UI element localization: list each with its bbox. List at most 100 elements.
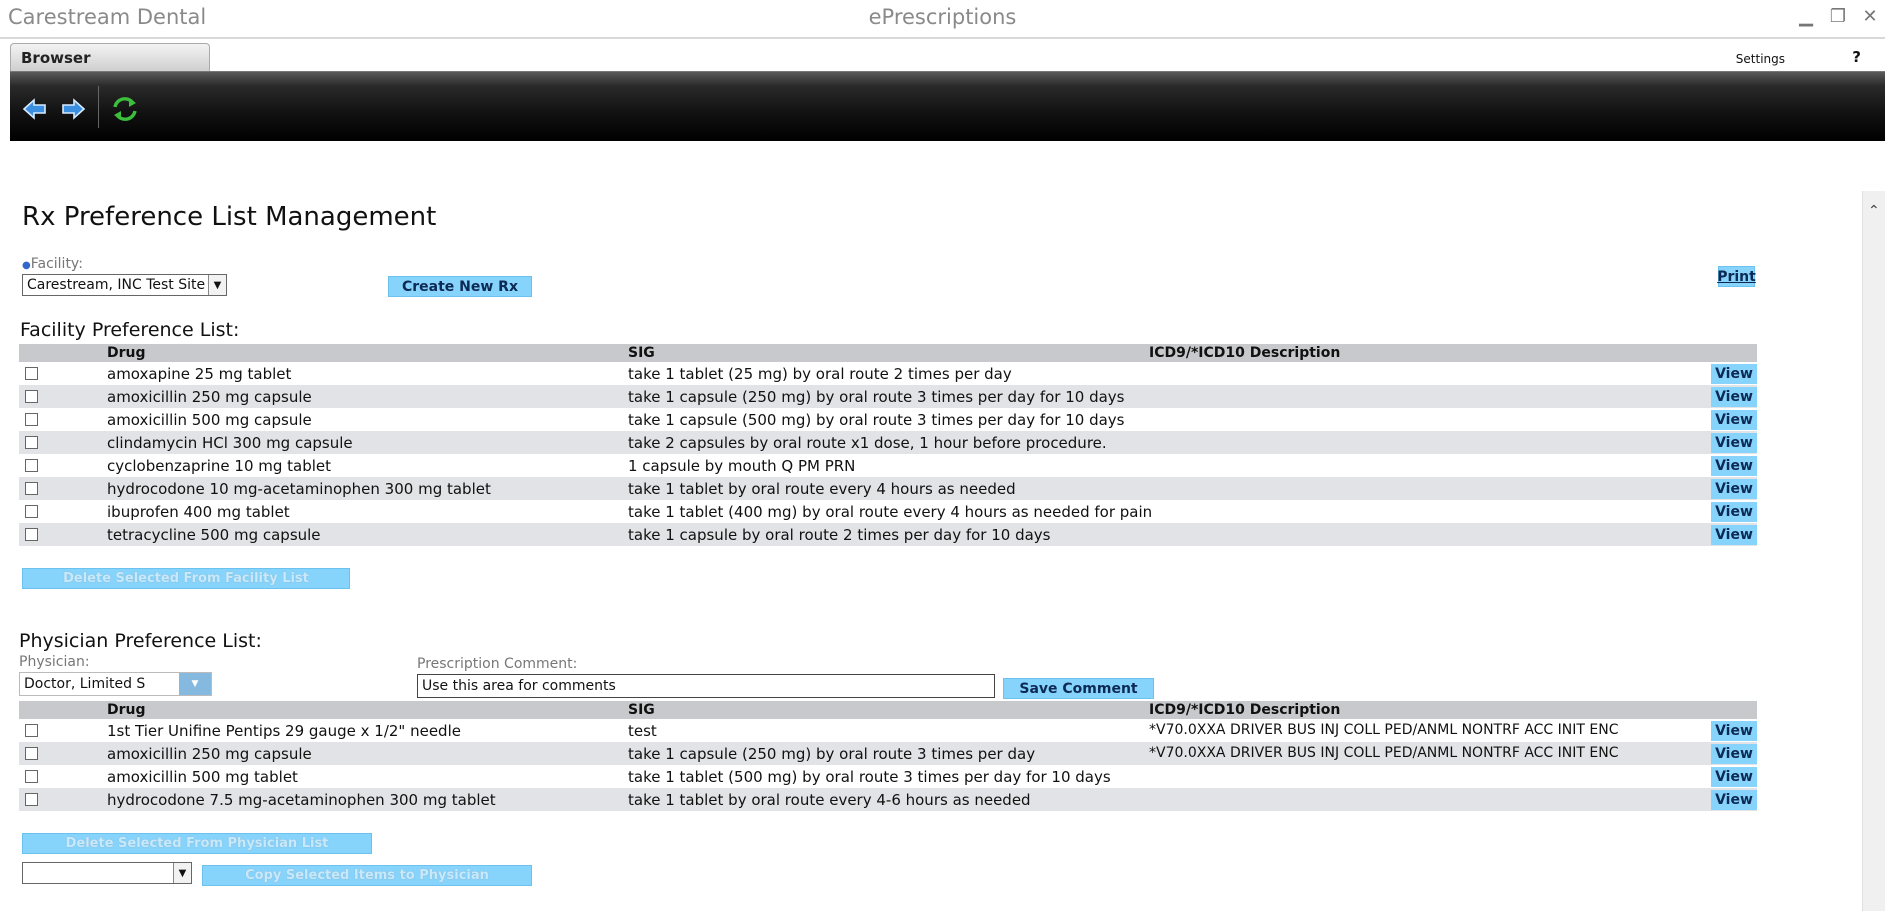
cell-drug: cyclobenzaprine 10 mg tablet — [107, 457, 332, 475]
chevron-down-icon[interactable]: ▼ — [208, 275, 226, 295]
tab-browser[interactable]: Browser — [10, 43, 210, 71]
refresh-icon[interactable] — [110, 94, 140, 124]
chevron-down-icon[interactable]: ▼ — [179, 673, 211, 695]
table-row: hydrocodone 7.5 mg-acetaminophen 300 mg … — [19, 788, 1757, 811]
cell-drug: 1st Tier Unifine Pentips 29 gauge x 1/2"… — [107, 722, 461, 740]
cell-drug: amoxicillin 500 mg tablet — [107, 768, 298, 786]
physician-select[interactable]: Doctor, Limited S ▼ — [19, 672, 212, 696]
back-arrow-icon[interactable] — [20, 94, 50, 124]
cell-drug: ibuprofen 400 mg tablet — [107, 503, 290, 521]
required-dot-icon: ● — [22, 260, 31, 271]
cell-drug: amoxicillin 500 mg capsule — [107, 411, 312, 429]
window-title: ePrescriptions — [868, 5, 1017, 29]
row-checkbox[interactable] — [25, 505, 38, 518]
view-button[interactable]: View — [1711, 479, 1757, 499]
row-checkbox[interactable] — [25, 770, 38, 783]
row-checkbox[interactable] — [25, 436, 38, 449]
row-checkbox[interactable] — [25, 793, 38, 806]
settings-link[interactable]: Settings — [1736, 52, 1785, 66]
column-drug: Drug — [107, 702, 146, 718]
chevron-down-icon[interactable]: ▼ — [173, 863, 191, 883]
cell-drug: clindamycin HCl 300 mg capsule — [107, 434, 353, 452]
view-button[interactable]: View — [1711, 433, 1757, 453]
cell-drug: hydrocodone 10 mg-acetaminophen 300 mg t… — [107, 480, 491, 498]
toolbar-separator — [98, 86, 99, 128]
physician-preference-table: Drug SIG ICD9/*ICD10 Description 1st Tie… — [19, 701, 1757, 811]
cell-sig: take 1 tablet by oral route every 4 hour… — [628, 480, 1016, 498]
cell-icd: *V70.0XXA DRIVER BUS INJ COLL PED/ANML N… — [1149, 745, 1619, 761]
close-icon[interactable]: ✕ — [1859, 6, 1881, 27]
cell-sig: test — [628, 722, 657, 740]
browser-toolbar — [10, 71, 1885, 141]
table-row: amoxicillin 250 mg capsule take 1 capsul… — [19, 742, 1757, 765]
row-checkbox[interactable] — [25, 724, 38, 737]
view-button[interactable]: View — [1711, 364, 1757, 384]
comment-label: Prescription Comment: — [417, 656, 578, 672]
minimize-icon[interactable]: ▁ — [1795, 6, 1817, 27]
print-button[interactable]: Print — [1717, 266, 1756, 287]
cell-sig: take 1 tablet by oral route every 4-6 ho… — [628, 791, 1031, 809]
cell-drug: amoxicillin 250 mg capsule — [107, 745, 312, 763]
cell-sig: take 1 capsule (250 mg) by oral route 3 … — [628, 745, 1036, 763]
row-checkbox[interactable] — [25, 747, 38, 760]
help-link[interactable]: ? — [1852, 48, 1861, 66]
view-button[interactable]: View — [1711, 387, 1757, 407]
cell-sig: take 1 capsule (500 mg) by oral route 3 … — [628, 411, 1125, 429]
cell-drug: tetracycline 500 mg capsule — [107, 526, 321, 544]
row-checkbox[interactable] — [25, 367, 38, 380]
physician-select-value: Doctor, Limited S — [24, 676, 146, 692]
delete-from-facility-button[interactable]: Delete Selected From Facility List — [22, 568, 350, 589]
title-bar: Carestream Dental ePrescriptions ▁ ❐ ✕ — [0, 0, 1885, 36]
create-new-rx-button[interactable]: Create New Rx — [388, 276, 532, 297]
cell-sig: take 2 capsules by oral route x1 dose, 1… — [628, 434, 1107, 452]
cell-icd: *V70.0XXA DRIVER BUS INJ COLL PED/ANML N… — [1149, 722, 1619, 738]
title-divider — [0, 37, 1885, 39]
column-sig: SIG — [628, 345, 655, 361]
cell-sig: 1 capsule by mouth Q PM PRN — [628, 457, 856, 475]
table-row: amoxapine 25 mg tablet take 1 tablet (25… — [19, 362, 1757, 385]
row-checkbox[interactable] — [25, 390, 38, 403]
table-row: clindamycin HCl 300 mg capsule take 2 ca… — [19, 431, 1757, 454]
cell-sig: take 1 tablet (400 mg) by oral route eve… — [628, 503, 1153, 521]
forward-arrow-icon[interactable] — [58, 94, 88, 124]
facility-preference-table: Drug SIG ICD9/*ICD10 Description amoxapi… — [19, 344, 1757, 546]
view-button[interactable]: View — [1711, 790, 1757, 810]
cell-drug: amoxicillin 250 mg capsule — [107, 388, 312, 406]
view-button[interactable]: View — [1711, 721, 1757, 741]
save-comment-button[interactable]: Save Comment — [1003, 678, 1154, 699]
scroll-up-icon[interactable]: ⌃ — [1868, 203, 1880, 219]
cell-drug: hydrocodone 7.5 mg-acetaminophen 300 mg … — [107, 791, 496, 809]
row-checkbox[interactable] — [25, 482, 38, 495]
column-icd: ICD9/*ICD10 Description — [1149, 345, 1341, 361]
facility-select-value: Carestream, INC Test Site — [27, 277, 206, 293]
row-checkbox[interactable] — [25, 528, 38, 541]
column-icd: ICD9/*ICD10 Description — [1149, 702, 1341, 718]
copy-to-physician-button[interactable]: Copy Selected Items to Physician — [202, 865, 532, 886]
physician-list-title: Physician Preference List: — [19, 630, 262, 652]
view-button[interactable]: View — [1711, 502, 1757, 522]
row-checkbox[interactable] — [25, 413, 38, 426]
row-checkbox[interactable] — [25, 459, 38, 472]
column-drug: Drug — [107, 345, 146, 361]
cell-sig: take 1 capsule by oral route 2 times per… — [628, 526, 1051, 544]
view-button[interactable]: View — [1711, 767, 1757, 787]
facility-label: ●Facility: — [22, 256, 83, 272]
cell-sig: take 1 capsule (250 mg) by oral route 3 … — [628, 388, 1125, 406]
table-row: amoxicillin 500 mg capsule take 1 capsul… — [19, 408, 1757, 431]
prescription-comment-input[interactable]: Use this area for comments — [417, 674, 995, 698]
table-row: ibuprofen 400 mg tablet take 1 tablet (4… — [19, 500, 1757, 523]
page-title: Rx Preference List Management — [22, 202, 437, 232]
restore-icon[interactable]: ❐ — [1827, 6, 1849, 27]
copy-target-physician-select[interactable]: ▼ — [22, 862, 192, 884]
view-button[interactable]: View — [1711, 410, 1757, 430]
view-button[interactable]: View — [1711, 744, 1757, 764]
cell-sig: take 1 tablet (25 mg) by oral route 2 ti… — [628, 365, 1012, 383]
delete-from-physician-button[interactable]: Delete Selected From Physician List — [22, 833, 372, 854]
main-content: Rx Preference List Management ●Facility:… — [0, 141, 1860, 911]
table-row: tetracycline 500 mg capsule take 1 capsu… — [19, 523, 1757, 546]
view-button[interactable]: View — [1711, 456, 1757, 476]
table-header: Drug SIG ICD9/*ICD10 Description — [19, 701, 1757, 719]
view-button[interactable]: View — [1711, 525, 1757, 545]
vertical-scrollbar[interactable]: ⌃ — [1862, 191, 1885, 911]
facility-select[interactable]: Carestream, INC Test Site ▼ — [22, 274, 227, 296]
